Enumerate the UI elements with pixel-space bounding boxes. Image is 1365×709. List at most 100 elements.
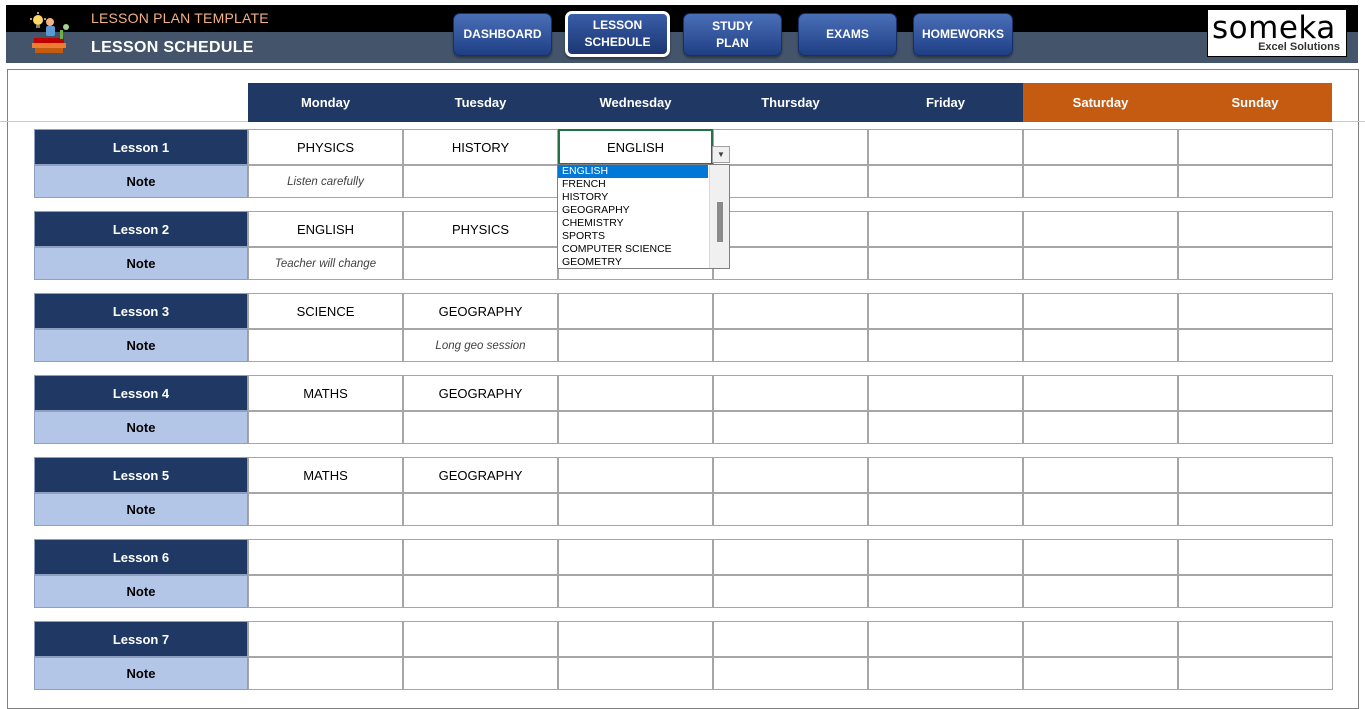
brand-logo[interactable]: someka Excel Solutions <box>1207 9 1347 57</box>
note-cell[interactable] <box>403 493 558 526</box>
note-cell[interactable] <box>868 329 1023 362</box>
note-cell[interactable] <box>248 493 403 526</box>
subject-cell[interactable] <box>558 457 713 493</box>
note-cell[interactable] <box>713 493 868 526</box>
note-cell[interactable] <box>1178 247 1333 280</box>
note-cell[interactable] <box>558 329 713 362</box>
note-cell[interactable] <box>713 411 868 444</box>
subject-cell[interactable]: GEOGRAPHY <box>403 457 558 493</box>
subject-cell[interactable] <box>713 211 868 247</box>
nav-study-plan-button[interactable]: STUDY PLAN <box>683 13 782 56</box>
subject-cell[interactable] <box>713 375 868 411</box>
note-cell[interactable] <box>403 575 558 608</box>
subject-cell[interactable] <box>868 539 1023 575</box>
subject-cell[interactable] <box>403 621 558 657</box>
subject-cell[interactable] <box>713 539 868 575</box>
subject-dropdown-list[interactable]: ENGLISH FRENCH HISTORY GEOGRAPHY CHEMISTRY SP… <box>557 164 730 269</box>
note-cell[interactable] <box>403 247 558 280</box>
subject-cell[interactable] <box>713 129 868 165</box>
dropdown-option[interactable]: HISTORY <box>558 191 708 204</box>
subject-cell[interactable] <box>868 129 1023 165</box>
subject-cell[interactable]: MATHS <box>248 375 403 411</box>
note-cell[interactable] <box>1023 247 1178 280</box>
subject-cell[interactable]: GEOGRAPHY <box>403 375 558 411</box>
note-cell[interactable] <box>1023 575 1178 608</box>
note-cell[interactable] <box>403 165 558 198</box>
note-cell[interactable] <box>1178 411 1333 444</box>
dropdown-option[interactable]: CHEMISTRY <box>558 217 708 230</box>
note-cell[interactable]: Long geo session <box>403 329 558 362</box>
note-cell[interactable] <box>713 329 868 362</box>
note-cell[interactable] <box>1023 657 1178 690</box>
note-cell[interactable] <box>868 575 1023 608</box>
note-cell[interactable] <box>558 411 713 444</box>
note-cell[interactable] <box>868 247 1023 280</box>
subject-cell[interactable] <box>1023 211 1178 247</box>
nav-dashboard-button[interactable]: DASHBOARD <box>453 13 552 56</box>
subject-cell[interactable] <box>1178 621 1333 657</box>
subject-cell[interactable]: ENGLISH <box>248 211 403 247</box>
subject-cell[interactable] <box>1178 457 1333 493</box>
subject-cell[interactable]: HISTORY <box>403 129 558 165</box>
subject-cell[interactable]: MATHS <box>248 457 403 493</box>
note-cell[interactable] <box>868 411 1023 444</box>
subject-cell[interactable] <box>1023 293 1178 329</box>
note-cell[interactable] <box>248 329 403 362</box>
note-cell[interactable] <box>868 657 1023 690</box>
note-cell[interactable] <box>558 657 713 690</box>
subject-cell[interactable]: GEOGRAPHY <box>403 293 558 329</box>
subject-cell[interactable] <box>868 621 1023 657</box>
note-cell[interactable] <box>1023 165 1178 198</box>
subject-cell[interactable] <box>1023 129 1178 165</box>
note-cell[interactable] <box>1023 411 1178 444</box>
subject-cell[interactable] <box>713 457 868 493</box>
subject-cell[interactable] <box>1178 375 1333 411</box>
note-cell[interactable] <box>1178 493 1333 526</box>
note-cell[interactable] <box>713 247 868 280</box>
note-cell[interactable] <box>403 411 558 444</box>
subject-cell[interactable] <box>1178 129 1333 165</box>
subject-cell[interactable] <box>1023 539 1178 575</box>
subject-cell[interactable]: PHYSICS <box>248 129 403 165</box>
note-cell[interactable]: Teacher will change <box>248 247 403 280</box>
subject-cell[interactable]: SCIENCE <box>248 293 403 329</box>
note-cell[interactable] <box>248 657 403 690</box>
subject-cell[interactable] <box>558 293 713 329</box>
note-cell[interactable] <box>1178 329 1333 362</box>
note-cell[interactable] <box>1178 165 1333 198</box>
note-cell[interactable] <box>248 575 403 608</box>
subject-cell[interactable] <box>1178 211 1333 247</box>
note-cell[interactable] <box>558 575 713 608</box>
note-cell[interactable] <box>558 493 713 526</box>
subject-cell[interactable] <box>868 375 1023 411</box>
note-cell[interactable] <box>713 165 868 198</box>
dropdown-option[interactable]: GEOMETRY <box>558 256 708 268</box>
subject-cell[interactable] <box>868 293 1023 329</box>
subject-cell[interactable] <box>558 375 713 411</box>
dropdown-option[interactable]: ENGLISH <box>558 165 708 178</box>
dropdown-option[interactable]: FRENCH <box>558 178 708 191</box>
nav-lesson-schedule-button[interactable]: LESSON SCHEDULE <box>565 11 670 57</box>
note-cell[interactable] <box>713 657 868 690</box>
subject-cell[interactable] <box>1023 621 1178 657</box>
subject-cell[interactable] <box>868 211 1023 247</box>
nav-exams-button[interactable]: EXAMS <box>798 13 897 56</box>
subject-cell[interactable] <box>558 621 713 657</box>
subject-cell[interactable] <box>1023 375 1178 411</box>
nav-homeworks-button[interactable]: HOMEWORKS <box>913 13 1013 56</box>
subject-cell[interactable] <box>1023 457 1178 493</box>
subject-cell[interactable]: ENGLISH <box>558 129 713 165</box>
dropdown-option[interactable]: COMPUTER SCIENCE <box>558 243 708 256</box>
note-cell[interactable] <box>1023 493 1178 526</box>
subject-cell[interactable]: PHYSICS <box>403 211 558 247</box>
subject-cell[interactable] <box>868 457 1023 493</box>
subject-cell[interactable] <box>248 621 403 657</box>
note-cell[interactable] <box>1023 329 1178 362</box>
dropdown-scrollbar-thumb[interactable] <box>717 202 723 242</box>
note-cell[interactable]: Listen carefully <box>248 165 403 198</box>
subject-cell[interactable] <box>248 539 403 575</box>
note-cell[interactable] <box>713 575 868 608</box>
dropdown-option[interactable]: SPORTS <box>558 230 708 243</box>
note-cell[interactable] <box>868 493 1023 526</box>
subject-cell[interactable] <box>1178 293 1333 329</box>
